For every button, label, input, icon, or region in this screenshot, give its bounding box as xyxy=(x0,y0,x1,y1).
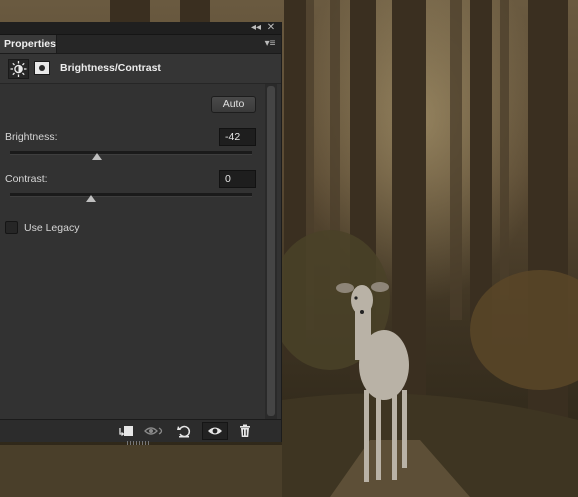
use-legacy-label[interactable]: Use Legacy xyxy=(24,222,79,234)
view-previous-state-icon[interactable] xyxy=(142,422,168,440)
brightness-label: Brightness: xyxy=(5,131,58,143)
layer-mask-icon[interactable] xyxy=(34,61,50,75)
contrast-slider-track[interactable] xyxy=(10,193,252,197)
brightness-sun-icon[interactable] xyxy=(8,59,29,79)
toggle-visibility-eye-icon[interactable] xyxy=(202,422,228,440)
properties-panel: ◂◂ ✕ Properties ▾≡ Brightness/Contrast A… xyxy=(0,22,282,442)
panel-bottom-toolbar xyxy=(0,419,281,442)
contrast-slider-thumb[interactable] xyxy=(85,195,96,202)
brightness-slider-thumb[interactable] xyxy=(92,153,103,160)
collapse-panel-icon[interactable]: ◂◂ xyxy=(249,22,263,34)
panel-scrollbar[interactable] xyxy=(265,84,277,420)
tab-properties[interactable]: Properties xyxy=(0,35,57,53)
panel-titlebar[interactable]: ◂◂ ✕ xyxy=(0,22,281,35)
panel-tabstrip: Properties ▾≡ xyxy=(0,35,281,54)
adjustment-title: Brightness/Contrast xyxy=(60,62,161,74)
reset-adjustment-icon[interactable] xyxy=(171,422,197,440)
use-legacy-checkbox[interactable] xyxy=(5,221,18,234)
contrast-value-field[interactable]: 0 xyxy=(219,170,256,188)
panel-resize-grip[interactable] xyxy=(127,441,149,445)
auto-button[interactable]: Auto xyxy=(211,96,256,113)
clip-to-layer-icon[interactable] xyxy=(113,422,139,440)
contrast-label: Contrast: xyxy=(5,173,48,185)
close-panel-icon[interactable]: ✕ xyxy=(264,22,278,34)
panel-menu-icon[interactable]: ▾≡ xyxy=(263,38,277,50)
brightness-slider-track[interactable] xyxy=(10,151,252,155)
adjustment-header: Brightness/Contrast xyxy=(0,54,281,84)
brightness-value-field[interactable]: -42 xyxy=(219,128,256,146)
delete-adjustment-trash-icon[interactable] xyxy=(232,422,258,440)
scrollbar-thumb[interactable] xyxy=(267,86,275,416)
